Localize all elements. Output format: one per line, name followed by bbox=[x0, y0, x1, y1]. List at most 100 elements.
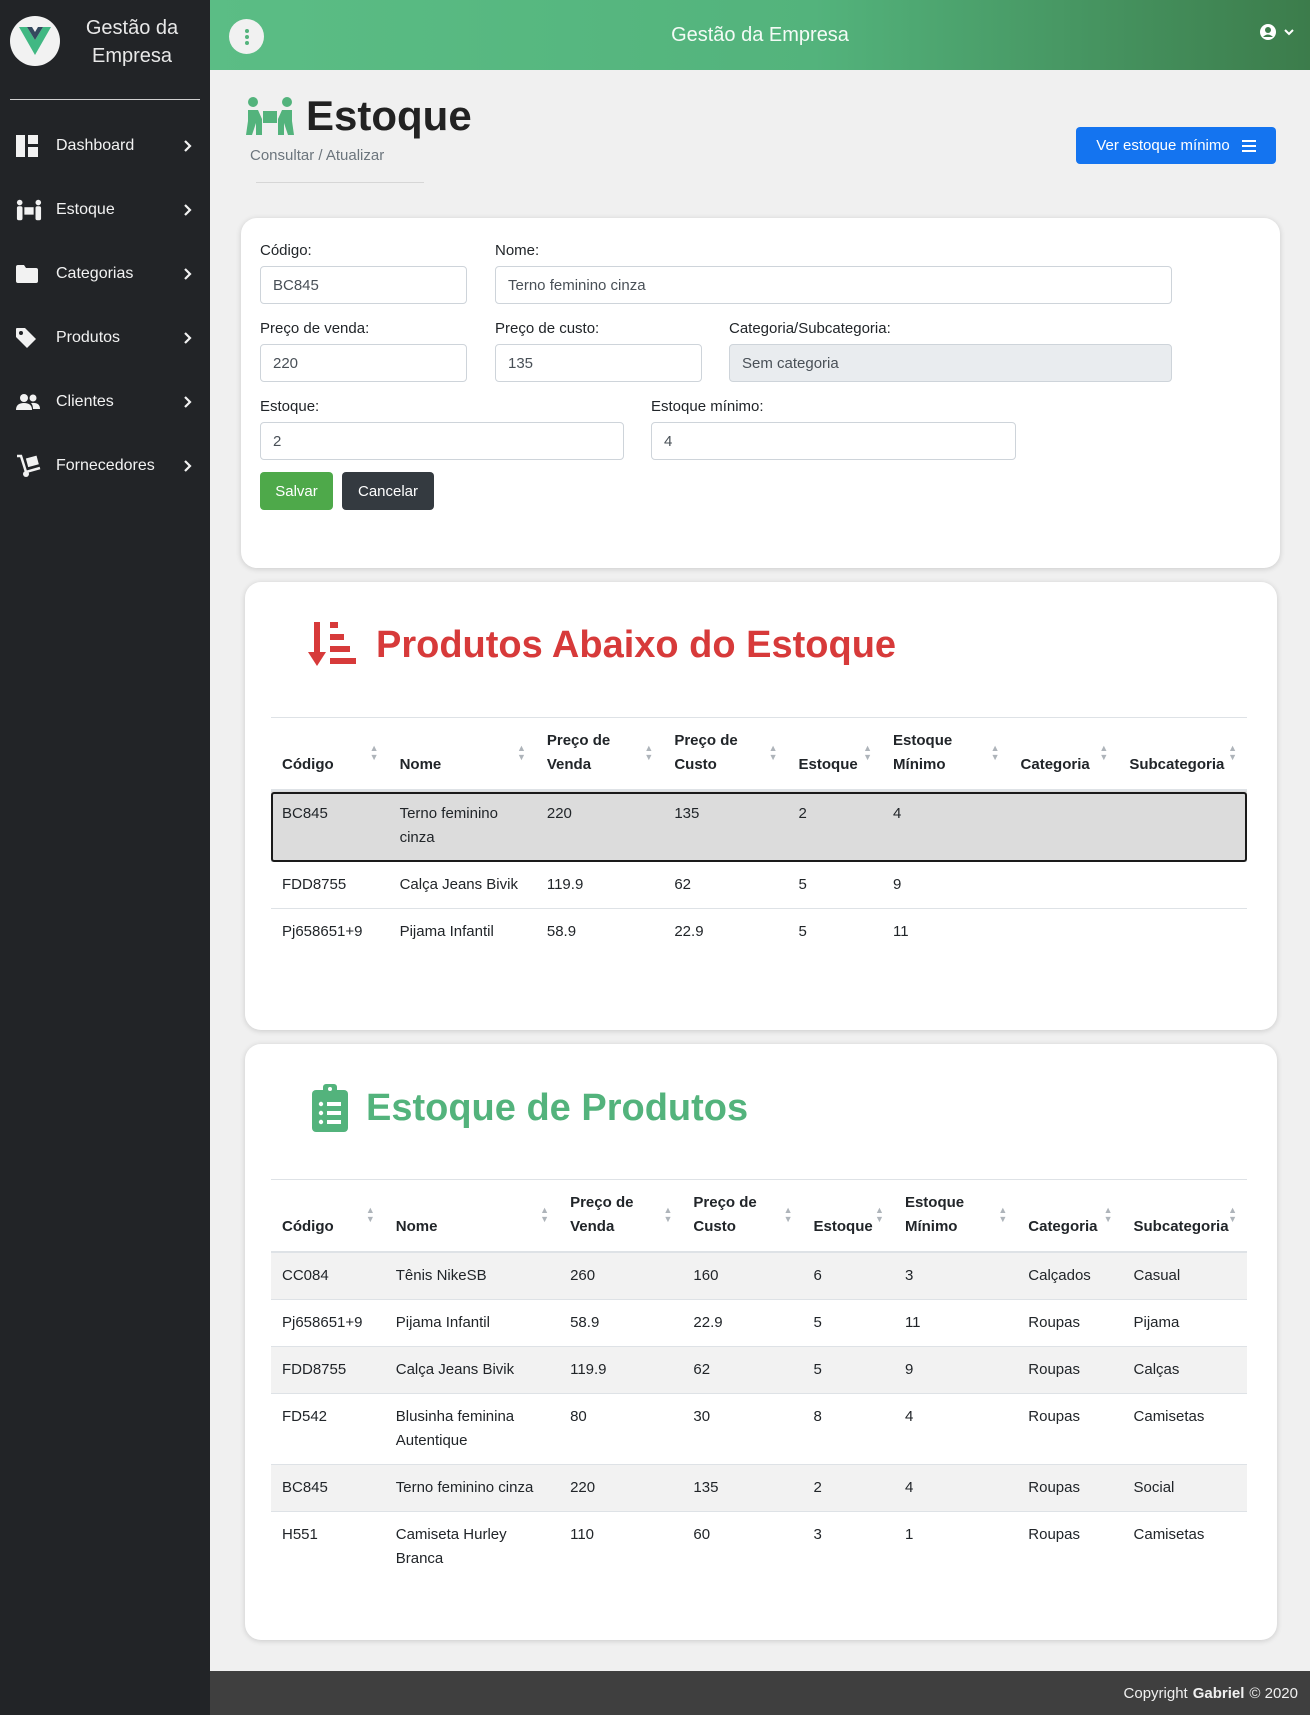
cell-categoria bbox=[1009, 789, 1119, 862]
footer-prefix: Copyright bbox=[1123, 1684, 1188, 1702]
cell-subcategoria: Calças bbox=[1122, 1346, 1247, 1394]
column-header[interactable]: Código ▲ ▼ bbox=[271, 717, 389, 791]
cell-categoria: Roupas bbox=[1017, 1346, 1123, 1394]
sidebar-item-produtos[interactable]: Produtos bbox=[0, 306, 210, 370]
brand-title: Gestão da Empresa bbox=[60, 14, 200, 70]
column-header[interactable]: Preço de Venda ▲ ▼ bbox=[559, 1179, 683, 1253]
table-row[interactable]: Pj658651+9 Pijama Infantil 58.9 22.9 5 1… bbox=[271, 908, 1247, 955]
chevron-right-icon bbox=[182, 268, 194, 280]
nome-label: Nome: bbox=[495, 242, 540, 259]
column-header-label: Preço de Venda bbox=[570, 1194, 634, 1235]
cell-estoque-minimo: 9 bbox=[882, 861, 1010, 909]
menu-toggle-button[interactable] bbox=[229, 19, 264, 54]
column-header[interactable]: Estoque ▲ ▼ bbox=[787, 717, 883, 791]
table-row[interactable]: Pj658651+9 Pijama Infantil 58.9 22.9 5 1… bbox=[271, 1299, 1247, 1347]
column-header[interactable]: Código ▲ ▼ bbox=[271, 1179, 385, 1253]
sidebar-item-dashboard[interactable]: Dashboard bbox=[0, 114, 210, 178]
cell-subcategoria: Pijama bbox=[1122, 1299, 1247, 1347]
cell-preco-venda: 110 bbox=[559, 1511, 683, 1582]
sidebar-item-clientes[interactable]: Clientes bbox=[0, 370, 210, 434]
cell-estoque: 2 bbox=[787, 789, 883, 862]
table-header-row: Código ▲ ▼ Nome ▲ ▼ Preço de Venda ▲ ▼ Preço d… bbox=[271, 1179, 1247, 1253]
preco-custo-input[interactable]: 135 bbox=[495, 344, 702, 382]
column-header[interactable]: Categoria ▲ ▼ bbox=[1009, 717, 1119, 791]
sort-icon: ▲ ▼ bbox=[1103, 1205, 1113, 1224]
estoque-input[interactable]: 2 bbox=[260, 422, 624, 460]
estoque-label: Estoque: bbox=[260, 398, 320, 415]
cell-categoria bbox=[1009, 861, 1119, 909]
user-menu-button[interactable] bbox=[1260, 24, 1294, 40]
cell-codigo: BC845 bbox=[271, 789, 389, 862]
chevron-right-icon bbox=[182, 460, 194, 472]
tag-icon bbox=[16, 326, 42, 350]
column-header[interactable]: Categoria ▲ ▼ bbox=[1017, 1179, 1123, 1253]
footer-author: Gabriel bbox=[1192, 1684, 1245, 1702]
table-row[interactable]: CC084 Tênis NikeSB 260 160 6 3 Calçados … bbox=[271, 1251, 1247, 1300]
sort-icon: ▲ ▼ bbox=[369, 743, 379, 762]
table-row-selected[interactable]: BC845 Terno feminino cinza 220 135 2 4 bbox=[271, 789, 1247, 862]
cell-estoque-minimo: 4 bbox=[882, 789, 1010, 862]
table-row[interactable]: H551 Camiseta Hurley Branca 110 60 3 1 R… bbox=[271, 1511, 1247, 1582]
sort-icon: ▲ ▼ bbox=[990, 743, 1000, 762]
view-min-stock-button[interactable]: Ver estoque mínimo bbox=[1076, 127, 1276, 164]
preco-venda-input[interactable]: 220 bbox=[260, 344, 467, 382]
bars-icon bbox=[1241, 139, 1256, 152]
chevron-right-icon bbox=[182, 204, 194, 216]
user-circle-icon bbox=[1260, 24, 1276, 40]
sidebar-item-categorias[interactable]: Categorias bbox=[0, 242, 210, 306]
cell-estoque: 8 bbox=[802, 1393, 894, 1465]
cell-subcategoria: Casual bbox=[1122, 1251, 1247, 1300]
people-carry-icon bbox=[16, 198, 42, 222]
column-header[interactable]: Estoque Mínimo ▲ ▼ bbox=[882, 717, 1010, 791]
cell-codigo: FDD8755 bbox=[271, 1346, 385, 1394]
brand[interactable]: Gestão da Empresa bbox=[0, 0, 210, 99]
estoque-minimo-input[interactable]: 4 bbox=[651, 422, 1016, 460]
table-row[interactable]: BC845 Terno feminino cinza 220 135 2 4 R… bbox=[271, 1464, 1247, 1512]
table-row[interactable]: FDD8755 Calça Jeans Bivik 119.9 62 5 9 R… bbox=[271, 1346, 1247, 1394]
column-header[interactable]: Preço de Custo ▲ ▼ bbox=[663, 717, 788, 791]
codigo-input[interactable]: BC845 bbox=[260, 266, 467, 304]
column-header-label: Estoque Mínimo bbox=[893, 732, 953, 773]
column-header-label: Código bbox=[282, 756, 334, 773]
cell-estoque-minimo: 3 bbox=[893, 1251, 1018, 1300]
table-row[interactable]: FD542 Blusinha feminina Autentique 80 30… bbox=[271, 1393, 1247, 1465]
cell-codigo: Pj658651+9 bbox=[271, 1299, 385, 1347]
column-header[interactable]: Subcategoria ▲ ▼ bbox=[1118, 717, 1247, 791]
sidebar-item-fornecedores[interactable]: Fornecedores bbox=[0, 434, 210, 498]
cell-preco-custo: 135 bbox=[663, 789, 788, 862]
cell-preco-custo: 62 bbox=[663, 861, 788, 909]
cancel-button[interactable]: Cancelar bbox=[342, 472, 434, 510]
column-header-label: Estoque bbox=[813, 1218, 873, 1235]
cell-estoque: 6 bbox=[802, 1251, 894, 1300]
cell-codigo: H551 bbox=[271, 1511, 385, 1582]
column-header-label: Preço de Custo bbox=[693, 1194, 757, 1235]
cell-nome: Calça Jeans Bivik bbox=[384, 1346, 560, 1394]
dashboard-icon bbox=[16, 134, 42, 158]
stock-card: Estoque de Produtos Código ▲ ▼ Nome ▲ ▼ Preç… bbox=[245, 1044, 1277, 1640]
users-icon bbox=[16, 390, 42, 414]
column-header[interactable]: Nome ▲ ▼ bbox=[384, 1179, 560, 1253]
column-header-label: Preço de Custo bbox=[674, 732, 738, 773]
sort-icon: ▲ ▼ bbox=[540, 1205, 550, 1224]
table-row[interactable]: FDD8755 Calça Jeans Bivik 119.9 62 5 9 bbox=[271, 861, 1247, 909]
column-header[interactable]: Estoque Mínimo ▲ ▼ bbox=[893, 1179, 1018, 1253]
sidebar-item-estoque[interactable]: Estoque bbox=[0, 178, 210, 242]
sort-icon: ▲ ▼ bbox=[783, 1205, 793, 1224]
column-header[interactable]: Nome ▲ ▼ bbox=[388, 717, 536, 791]
chevron-right-icon bbox=[182, 140, 194, 152]
cell-estoque-minimo: 9 bbox=[893, 1346, 1018, 1394]
column-header[interactable]: Estoque ▲ ▼ bbox=[802, 1179, 894, 1253]
sort-icon: ▲ ▼ bbox=[768, 743, 778, 762]
column-header[interactable]: Subcategoria ▲ ▼ bbox=[1122, 1179, 1247, 1253]
people-carry-icon bbox=[246, 97, 294, 135]
page-title-row: Estoque bbox=[246, 92, 472, 140]
cell-estoque: 5 bbox=[802, 1346, 894, 1394]
save-button[interactable]: Salvar bbox=[260, 472, 333, 510]
column-header[interactable]: Preço de Venda ▲ ▼ bbox=[535, 717, 664, 791]
column-header[interactable]: Preço de Custo ▲ ▼ bbox=[682, 1179, 803, 1253]
dolly-icon bbox=[16, 454, 42, 478]
column-header-label: Categoria bbox=[1020, 756, 1090, 773]
cell-preco-custo: 60 bbox=[682, 1511, 803, 1582]
nome-input[interactable]: Terno feminino cinza bbox=[495, 266, 1172, 304]
page-header: Estoque Consultar / Atualizar Ver estoqu… bbox=[210, 70, 1310, 220]
